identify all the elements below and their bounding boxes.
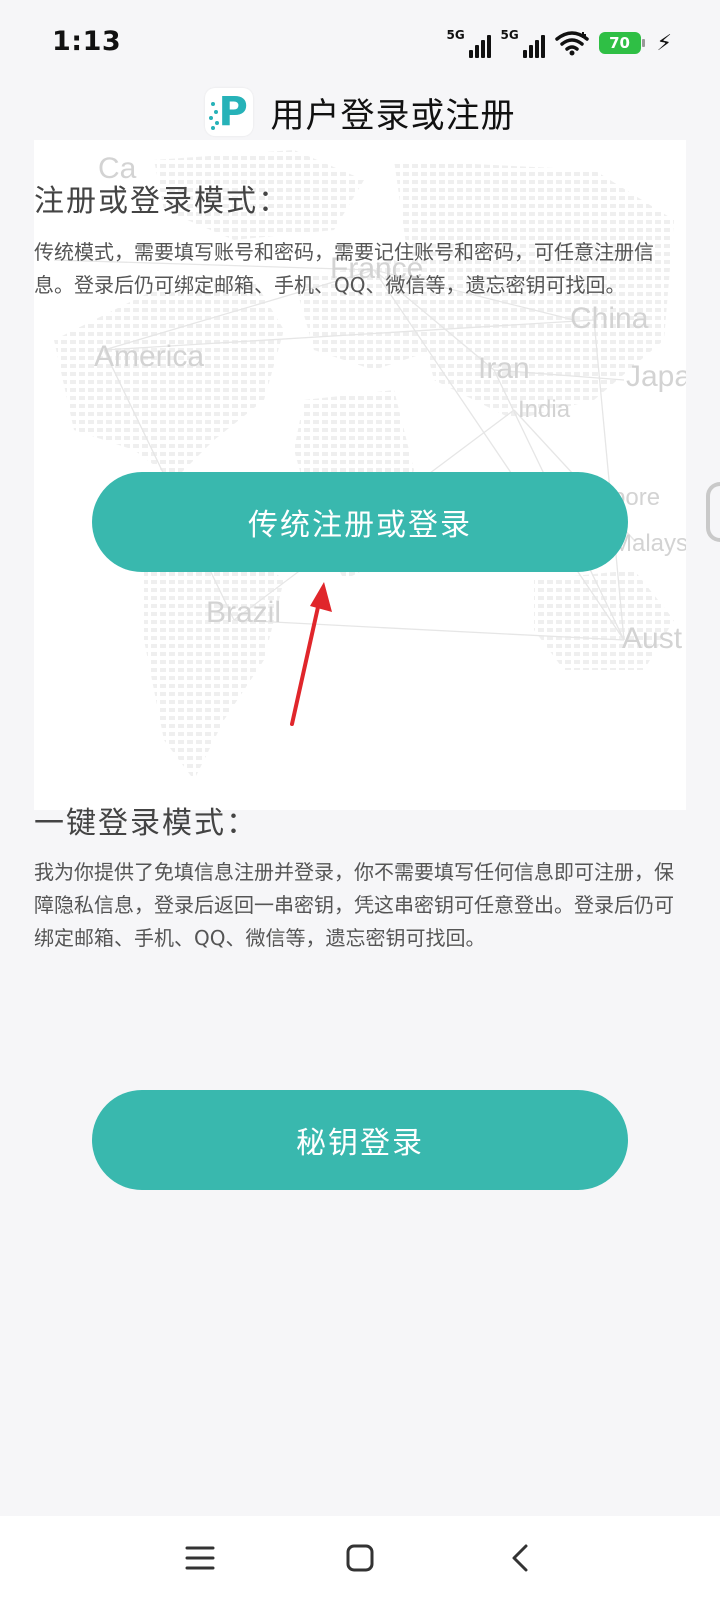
charging-icon: ⚡	[656, 30, 672, 56]
page-header: P 用户登录或注册	[0, 84, 720, 140]
back-icon[interactable]	[500, 1538, 540, 1578]
app-logo: P	[204, 88, 253, 136]
page-title: 用户登录或注册	[270, 95, 516, 136]
status-icons: 5G 5G 70 ⚡	[447, 26, 672, 60]
map-label-japan: Japa	[626, 360, 686, 393]
network-type-label-2: 5G	[500, 28, 519, 42]
annotation-arrow-icon	[290, 582, 332, 726]
network-type-label: 5G	[446, 28, 465, 42]
status-bar: 1:13 5G 5G 70 ⚡	[0, 0, 720, 84]
one-click-mode-description: 我为你提供了免填信息注册并登录，你不需要填写任何信息即可注册，保障隐私信息，登录…	[34, 860, 674, 950]
map-label-america: America	[94, 340, 205, 373]
map-label-china: China	[570, 302, 649, 335]
battery-icon: 70	[598, 32, 645, 54]
app-logo-letter: P	[218, 89, 248, 135]
system-nav-bar	[0, 1516, 720, 1600]
status-time: 1:13	[52, 26, 122, 57]
one-click-mode-title: 一键登录模式：	[34, 806, 258, 841]
map-label-australia: Aust	[622, 622, 683, 655]
wifi-icon	[554, 31, 589, 56]
traditional-mode-description: 传统模式，需要填写账号和密码，需要记住账号和密码，可任意注册信息。登录后仍可绑定…	[34, 240, 654, 297]
traditional-mode-title: 注册或登录模式：	[34, 184, 290, 219]
map-label-brazil: Brazil	[206, 596, 282, 629]
home-icon[interactable]	[340, 1538, 380, 1578]
cellular-signal-icon: 5G	[447, 28, 491, 58]
map-label-iran: Iran	[478, 352, 530, 385]
cellular-signal-icon-2: 5G	[501, 28, 545, 58]
secret-key-login-button[interactable]: 秘钥登录	[92, 1090, 628, 1190]
login-screen: 1:13 5G 5G 70 ⚡ P 用户登录或注册 Ca America Fra…	[0, 0, 720, 1600]
menu-icon[interactable]	[180, 1538, 220, 1578]
map-label-india: India	[518, 396, 571, 423]
traditional-register-login-button[interactable]: 传统注册或登录	[92, 472, 628, 572]
side-edge-handle[interactable]	[706, 482, 720, 542]
